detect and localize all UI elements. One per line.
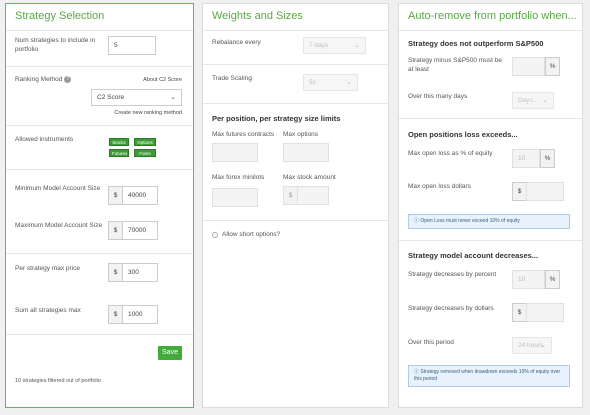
- max-open-pct-input[interactable]: 10: [512, 149, 540, 168]
- max-forex-label: Max forex minilots: [212, 174, 265, 181]
- strategy-selection-panel: Strategy Selection Num strategies to inc…: [5, 3, 194, 408]
- ranking-method-value: C2 Score: [97, 94, 125, 101]
- autoremove-title: Auto-remove from portfolio when...: [408, 10, 577, 22]
- open-loss-info-text: Open Loss must never exceed 10% of equit…: [420, 218, 520, 224]
- min-account-label: Minimum Model Account Size: [15, 185, 101, 192]
- over-days-label: Over this many days: [408, 93, 468, 100]
- divider: [6, 253, 193, 254]
- instrument-forex-tag[interactable]: Forex: [134, 149, 156, 157]
- chevron-down-icon: ⌄: [354, 42, 360, 49]
- currency-addon: $: [108, 263, 123, 282]
- save-button[interactable]: Save: [158, 346, 182, 360]
- currency-addon: $: [512, 303, 527, 322]
- num-strategies-label: Num strategies to include in portfolio: [15, 37, 96, 53]
- chevron-down-icon: ⌄: [346, 79, 352, 86]
- max-open-pct-label: Max open loss as % of equity: [408, 150, 493, 157]
- instrument-options-tag[interactable]: Options: [134, 138, 156, 146]
- currency-addon: $: [108, 186, 123, 205]
- sum-max-input[interactable]: 1000: [122, 305, 158, 324]
- max-options-label: Max options: [283, 131, 319, 138]
- currency-addon: $: [283, 186, 298, 205]
- ranking-method-label-text: Ranking Method: [15, 76, 63, 84]
- allowed-instruments-label: Allowed instruments: [15, 136, 74, 143]
- decrease-pct-label: Strategy decreases by percent: [408, 271, 497, 278]
- period-label: Over this period: [408, 339, 454, 346]
- trade-scaling-select[interactable]: 5x ⌄: [303, 74, 358, 91]
- sum-max-label: Sum all strategies max: [15, 307, 81, 314]
- sp500-minus-input[interactable]: [512, 57, 545, 76]
- weights-sizes-panel: Weights and Sizes Rebalance every 7 days…: [202, 3, 389, 408]
- max-open-dollars-input[interactable]: [526, 182, 564, 201]
- rebalance-value: 7 days: [309, 42, 329, 49]
- decrease-heading: Strategy model account decreases...: [408, 251, 539, 260]
- divider: [6, 169, 193, 170]
- allow-short-options-label: Allow short options?: [222, 231, 281, 238]
- trade-scaling-label: Trade Scaling: [212, 75, 252, 82]
- decrease-dollars-input[interactable]: [526, 303, 564, 322]
- sp500-heading: Strategy does not outperform S&P500: [408, 39, 544, 48]
- currency-addon: $: [108, 221, 123, 240]
- divider: [6, 66, 193, 67]
- over-days-value: Days...: [518, 97, 539, 104]
- divider: [399, 118, 582, 119]
- divider: [203, 103, 388, 104]
- trade-scaling-value: 5x: [309, 79, 316, 86]
- info-icon: ⓘ: [414, 218, 420, 224]
- rebalance-select[interactable]: 7 days ⌄: [303, 37, 366, 54]
- autoremove-panel: Auto-remove from portfolio when... Strat…: [398, 3, 583, 408]
- title-divider: [399, 30, 582, 31]
- strategy-selection-title: Strategy Selection: [15, 10, 105, 22]
- about-c2-score-link[interactable]: About C2 Score: [143, 77, 182, 83]
- percent-addon: %: [545, 270, 560, 289]
- rebalance-label: Rebalance every: [212, 39, 261, 46]
- max-price-input[interactable]: 300: [122, 263, 158, 282]
- currency-addon: $: [512, 182, 527, 201]
- ranking-method-label: Ranking Method?: [15, 76, 72, 85]
- period-select[interactable]: 24 hours ⌄: [512, 337, 552, 354]
- sp500-minus-label: Strategy minus S&P500 must be at least: [408, 57, 502, 73]
- max-options-input[interactable]: [283, 143, 329, 162]
- divider: [6, 334, 193, 335]
- percent-addon: %: [545, 57, 560, 76]
- chevron-down-icon: ⌄: [170, 94, 176, 101]
- decrease-dollars-label: Strategy decreases by dollars: [408, 305, 494, 312]
- max-stock-label: Max stock amount: [283, 174, 336, 181]
- divider: [203, 220, 388, 221]
- title-divider: [203, 30, 388, 31]
- max-open-dollars-label: Max open loss dollars: [408, 183, 471, 190]
- ranking-method-select[interactable]: C2 Score ⌄: [91, 89, 182, 106]
- decrease-info: ⓘ Strategy removed when drawdown exceeds…: [408, 365, 570, 387]
- help-icon[interactable]: ?: [64, 76, 72, 83]
- max-account-input[interactable]: 70000: [122, 221, 158, 240]
- over-days-select[interactable]: Days... ⌄: [512, 92, 554, 109]
- num-strategies-input[interactable]: 5: [108, 36, 156, 55]
- open-loss-heading: Open positions loss exceeds...: [408, 130, 518, 139]
- max-forex-input[interactable]: [212, 188, 258, 207]
- divider: [203, 64, 388, 65]
- percent-addon: %: [540, 149, 555, 168]
- weights-title: Weights and Sizes: [212, 10, 303, 22]
- title-divider: [6, 30, 193, 31]
- max-price-label: Per strategy max price: [15, 265, 81, 272]
- divider: [399, 240, 582, 241]
- create-ranking-method-link[interactable]: Create new ranking method: [114, 110, 182, 116]
- filtered-status: 10 strategies filtered out of portfolio: [15, 378, 101, 384]
- open-loss-info: ⓘ Open Loss must never exceed 10% of equ…: [408, 214, 570, 229]
- chevron-down-icon: ⌄: [540, 342, 546, 349]
- decrease-pct-input[interactable]: 10: [512, 270, 545, 289]
- max-futures-input[interactable]: [212, 143, 258, 162]
- allow-short-options-radio[interactable]: [212, 232, 218, 238]
- divider: [6, 125, 193, 126]
- instrument-futures-tag[interactable]: Futures: [109, 149, 129, 157]
- max-account-label: Maximum Model Account Size: [15, 222, 103, 229]
- max-stock-input[interactable]: [297, 186, 329, 205]
- info-icon: ⓘ: [414, 369, 420, 375]
- instrument-stocks-tag[interactable]: Stocks: [109, 138, 129, 146]
- decrease-info-text: Strategy removed when drawdown exceeds 1…: [414, 369, 561, 382]
- limits-heading: Per position, per strategy size limits: [212, 114, 341, 123]
- max-futures-label: Max futures contracts: [212, 131, 275, 138]
- min-account-input[interactable]: 40000: [122, 186, 158, 205]
- chevron-down-icon: ⌄: [542, 97, 548, 104]
- currency-addon: $: [108, 305, 123, 324]
